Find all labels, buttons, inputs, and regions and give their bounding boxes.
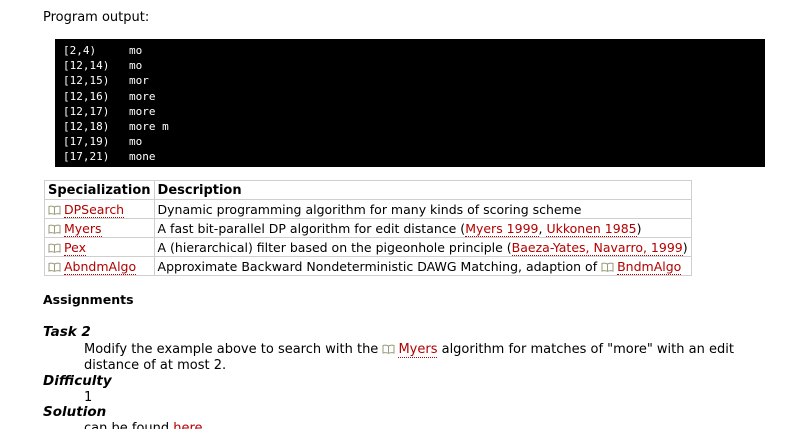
task-heading: Task 2 (43, 324, 91, 340)
console-line: [12,17) more (63, 104, 156, 118)
page: Program output: [2,4) mo [12,14) mo [12,15… (0, 0, 805, 429)
book-icon (382, 344, 395, 354)
link-myers[interactable]: Myers (64, 220, 102, 237)
link-pex[interactable]: Pex (64, 239, 86, 256)
book-icon (48, 224, 61, 234)
table-row: DPSearch Dynamic programming algorithm f… (44, 199, 692, 219)
console-output: [2,4) mo [12,14) mo [12,15) mor [12,16) more… (55, 39, 765, 167)
console-line: [12,14) mo (63, 59, 143, 73)
book-icon (48, 262, 61, 272)
link-ukkonen-1985[interactable]: Ukkonen 1985 (546, 220, 637, 237)
link-dpsearch[interactable]: DPSearch (64, 201, 125, 218)
console-line: [12,15) mor (63, 74, 149, 88)
console-line: [2,4) mo (63, 44, 143, 57)
description-cell: Dynamic programming algorithm for many k… (153, 199, 692, 219)
specialization-table: Specialization Description DPSearch Dyna… (44, 180, 692, 276)
assignments-heading: Assignments (43, 292, 134, 307)
console-line: [17,21) mone (63, 150, 156, 164)
link-abndmalgo[interactable]: AbndmAlgo (64, 258, 137, 275)
link-bndmalgo[interactable]: BndmAlgo (617, 258, 682, 275)
description-cell: A (hierarchical) filter based on the pig… (153, 237, 692, 257)
link-myers-1999[interactable]: Myers 1999 (465, 220, 539, 237)
link-baeza-yates-navarro[interactable]: Baeza-Yates, Navarro, 1999 (511, 239, 683, 256)
console-line: [12,18) more m (63, 120, 169, 134)
book-icon (48, 205, 61, 215)
difficulty-value: 1 (84, 390, 93, 405)
header-description: Description (153, 180, 692, 200)
description-cell: A fast bit-parallel DP algorithm for edi… (153, 218, 692, 238)
console-line: [17,19) mo (63, 135, 143, 149)
link-task-myers[interactable]: Myers (398, 342, 438, 358)
table-row: AbndmAlgo Approximate Backward Nondeterm… (44, 256, 692, 276)
header-specialization: Specialization (44, 180, 155, 200)
link-solution-here[interactable]: here (173, 421, 203, 429)
solution-text: can be found here (84, 421, 774, 429)
table-row: Pex A (hierarchical) filter based on the… (44, 237, 692, 257)
table-row: Myers A fast bit-parallel DP algorithm f… (44, 218, 692, 238)
console-line: [12,16) more (63, 89, 156, 103)
book-icon (601, 262, 614, 272)
table-header-row: Specialization Description (44, 180, 692, 200)
description-cell: Approximate Backward Nondeterministic DA… (153, 256, 692, 276)
program-output-label: Program output: (43, 10, 150, 25)
difficulty-heading: Difficulty (43, 373, 112, 389)
solution-heading: Solution (43, 404, 107, 420)
book-icon (48, 243, 61, 253)
task-description: Modify the example above to search with … (84, 342, 734, 373)
